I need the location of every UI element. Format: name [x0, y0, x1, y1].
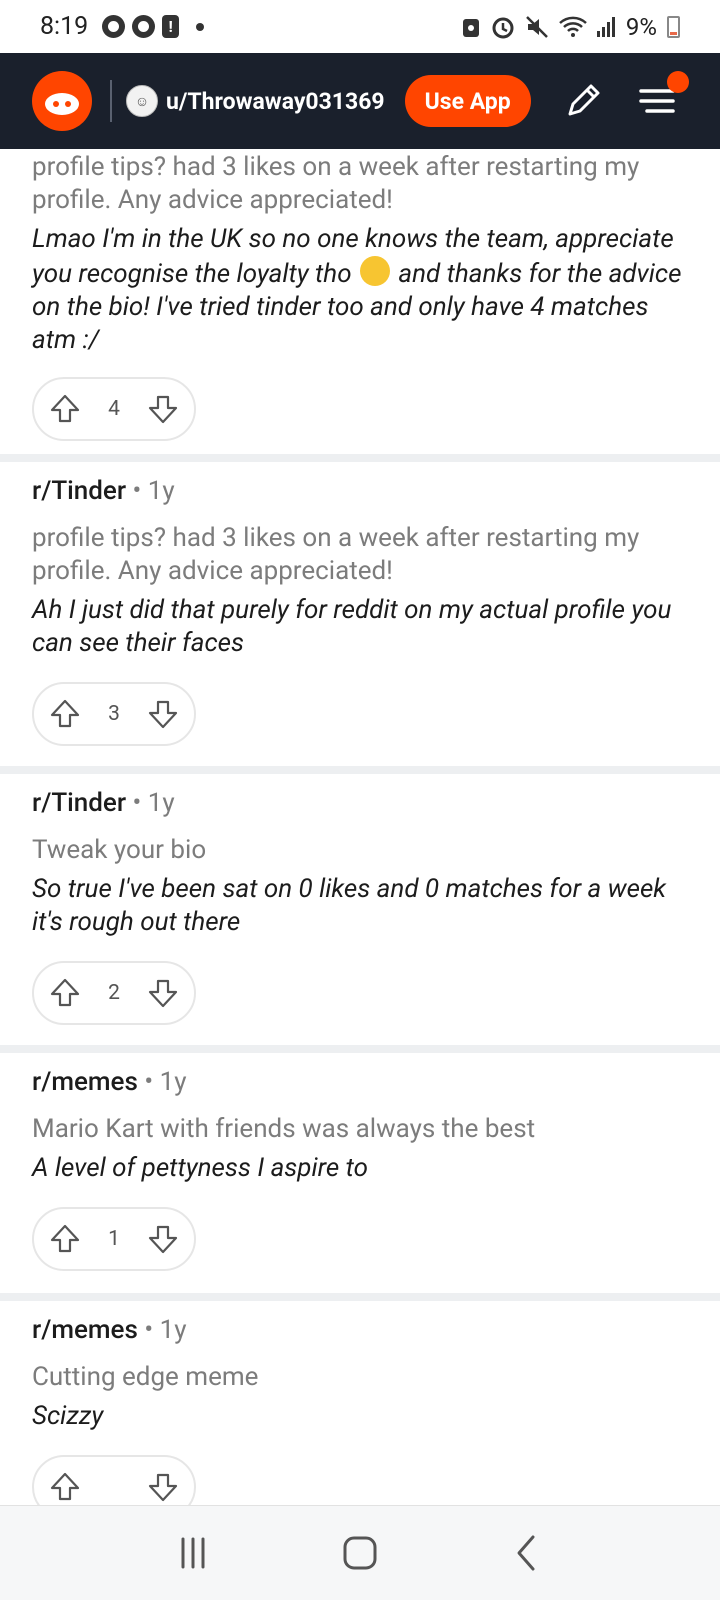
post-title[interactable]: Tweak your bio [32, 834, 688, 867]
username-label[interactable]: u/Throwaway031369 [166, 88, 385, 115]
comment-card: r/Tinder • 1y profile tips? had 3 likes … [0, 462, 720, 766]
comment-subline: r/memes • 1y [32, 1301, 688, 1345]
alert-notification-icon: ! [162, 15, 180, 38]
bullet-separator: • [144, 1067, 154, 1097]
pencil-icon[interactable] [561, 79, 605, 123]
reddit-logo-icon[interactable] [32, 71, 92, 131]
upvote-icon[interactable] [48, 1470, 82, 1504]
comment-body: Scizzy [32, 1401, 104, 1431]
use-app-button[interactable]: Use App [404, 75, 531, 127]
subreddit-link[interactable]: r/Tinder [32, 788, 126, 818]
vote-controls: 1 [32, 1207, 196, 1271]
comment-feed[interactable]: profile tips? had 3 likes on a week afte… [0, 149, 720, 1505]
subreddit-link[interactable]: r/memes [32, 1067, 138, 1097]
post-title[interactable]: profile tips? had 3 likes on a week afte… [32, 522, 688, 588]
signal-icon [596, 16, 615, 37]
chrome-notification-icon [132, 15, 156, 38]
downvote-icon[interactable] [146, 1470, 180, 1504]
mute-icon [526, 15, 548, 38]
comment-age: 1y [159, 1067, 187, 1097]
vote-count: 3 [108, 702, 120, 726]
vote-count: 4 [108, 397, 120, 421]
post-title[interactable]: Cutting edge meme [32, 1361, 688, 1394]
comment-body: So true I've been sat on 0 likes and 0 m… [32, 874, 667, 937]
comment-subline: r/memes • 1y [32, 1053, 688, 1097]
status-time: 8:19 [40, 12, 89, 41]
upvote-icon[interactable] [48, 976, 82, 1010]
notification-dot [666, 71, 689, 93]
vote-controls [32, 1455, 196, 1505]
back-icon[interactable] [505, 1531, 549, 1575]
comment-subline: r/Tinder • 1y [32, 774, 688, 818]
bullet-separator: • [132, 476, 142, 506]
user-avatar[interactable]: ☺ [126, 85, 158, 117]
more-notifications-dot-icon [196, 22, 205, 31]
comment-separator [0, 1045, 720, 1053]
chrome-notification-icon [102, 15, 126, 38]
downvote-icon[interactable] [146, 697, 180, 731]
upvote-icon[interactable] [48, 697, 82, 731]
comment-body: Lmao I'm in the UK so no one knows the t… [32, 223, 688, 357]
comment-age: 1y [147, 476, 175, 506]
comment-card: r/memes • 1y Cutting edge meme Scizzy [0, 1301, 720, 1505]
status-bar: 8:19 ! 9% [0, 0, 720, 53]
bullet-separator: • [144, 1315, 154, 1345]
status-notification-icons: ! [102, 15, 205, 38]
lock-icon [462, 18, 479, 37]
home-icon[interactable] [338, 1531, 382, 1575]
comment-card: profile tips? had 3 likes on a week afte… [0, 149, 720, 454]
laughing-tears-emoji-icon [359, 256, 390, 286]
subreddit-link[interactable]: r/Tinder [32, 476, 126, 506]
upvote-icon[interactable] [48, 392, 82, 426]
comment-card: r/memes • 1y Mario Kart with friends was… [0, 1053, 720, 1293]
bullet-separator: • [132, 788, 142, 818]
battery-percentage: 9% [625, 12, 657, 41]
comment-subline: r/Tinder • 1y [32, 462, 688, 506]
comment-separator [0, 1293, 720, 1301]
downvote-icon[interactable] [146, 1222, 180, 1256]
recent-apps-icon[interactable] [171, 1531, 215, 1575]
comment-body: Ah I just did that purely for reddit on … [32, 595, 672, 658]
subreddit-link[interactable]: r/memes [32, 1315, 138, 1345]
vote-controls: 2 [32, 961, 196, 1025]
reddit-header: ☺ u/Throwaway031369 Use App [0, 53, 720, 149]
post-title[interactable]: Mario Kart with friends was always the b… [32, 1113, 688, 1146]
snoo-face [45, 93, 79, 115]
header-divider [110, 80, 112, 122]
comment-separator [0, 766, 720, 774]
vote-count: 1 [108, 1227, 120, 1251]
status-system-icons: 9% [460, 13, 680, 41]
upvote-icon[interactable] [48, 1222, 82, 1256]
alarm-icon [492, 17, 514, 38]
vote-controls: 4 [32, 377, 196, 441]
comment-body: A level of pettyness I aspire to [32, 1153, 369, 1183]
post-title[interactable]: profile tips? had 3 likes on a week afte… [32, 149, 688, 217]
vote-controls: 3 [32, 682, 196, 746]
comment-age: 1y [159, 1315, 187, 1345]
downvote-icon[interactable] [146, 976, 180, 1010]
battery-icon [667, 15, 680, 38]
comment-age: 1y [147, 788, 175, 818]
hamburger-menu-button[interactable] [635, 71, 689, 123]
comment-card: r/Tinder • 1y Tweak your bio So true I'v… [0, 774, 720, 1045]
comment-separator [0, 454, 720, 462]
wifi-icon [559, 16, 587, 37]
vote-count: 2 [108, 981, 120, 1005]
downvote-icon[interactable] [146, 392, 180, 426]
system-navigation-bar [0, 1505, 720, 1600]
